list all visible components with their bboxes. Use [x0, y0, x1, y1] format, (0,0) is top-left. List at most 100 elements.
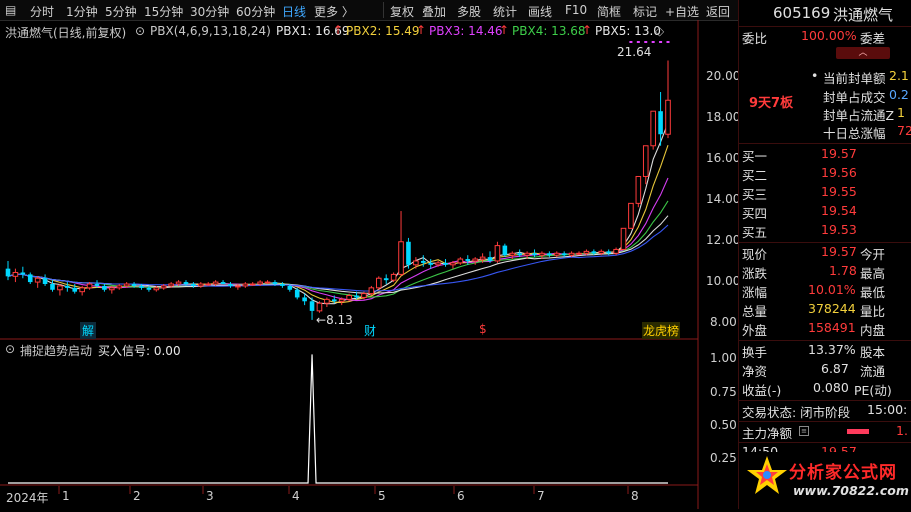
arrow-up-icon: ↑: [416, 23, 427, 37]
quote-panel: 605169 洪通燃气 委比 100.00% 委差 ︿ 9天7板 • 当前封单额…: [738, 0, 911, 509]
period-tab[interactable]: 1分钟: [66, 3, 98, 20]
candle-body: [479, 256, 486, 260]
diamond-icon[interactable]: ◇: [655, 24, 664, 38]
event-marker-dividend[interactable]: $: [479, 322, 487, 336]
panel-toggle-icon[interactable]: ▤: [5, 3, 16, 17]
candle-body: [242, 283, 249, 287]
period-tab[interactable]: 分时: [30, 3, 54, 20]
limit-row-bullet-icon: •: [811, 68, 819, 83]
back-button[interactable]: 返回: [706, 3, 730, 20]
candle-body: [553, 252, 560, 256]
limit-row: • 当前封单额 2.1: [739, 68, 911, 88]
limit-label: 封单占成交: [823, 90, 886, 105]
price-tick: 20.00: [706, 69, 741, 83]
candle-body: [12, 271, 19, 277]
candle-body: [368, 287, 375, 295]
weibi-label: 委比: [742, 31, 768, 46]
date-tick: 2024年: [6, 491, 49, 505]
bid-price: 19.57: [821, 146, 857, 161]
candle-body: [146, 287, 152, 290]
period-tab-daily[interactable]: 日线: [282, 3, 306, 20]
period-tab[interactable]: 60分钟: [236, 3, 275, 20]
chart-area[interactable]: 洪通燃气(日线,前复权) ⊙ PBX(4,6,9,13,18,24) PBX1:…: [0, 20, 741, 509]
simple-frame-button[interactable]: 简框: [597, 3, 621, 20]
candle-body: [34, 277, 41, 283]
sub-chart-title[interactable]: 捕捉趋势启动: [20, 342, 92, 359]
list-icon[interactable]: ≡: [799, 426, 809, 436]
candle-body: [20, 272, 26, 275]
ma-line-pbx6: [7, 224, 669, 292]
formula-collapse-icon[interactable]: ⊙: [135, 24, 145, 38]
candle-body: [361, 293, 367, 298]
candle-body: [346, 295, 352, 300]
arrow-left-icon: ←: [316, 313, 327, 327]
multi-stock-button[interactable]: 多股: [457, 3, 481, 20]
candle-body: [568, 252, 575, 256]
bid-label: 买三: [742, 187, 768, 202]
signal-tick: 0.75: [710, 385, 737, 399]
candle-body: [354, 295, 359, 298]
candle-body: [183, 282, 189, 284]
candle-body: [375, 277, 382, 289]
draw-line-button[interactable]: 画线: [528, 3, 552, 20]
candle-body: [606, 251, 611, 254]
bid-label: 买二: [742, 168, 768, 183]
candle-body: [338, 298, 345, 302]
period-tab[interactable]: 5分钟: [105, 3, 137, 20]
limit-up-dot: [651, 41, 655, 43]
indicator-formula[interactable]: PBX(4,6,9,13,18,24): [150, 24, 271, 38]
date-tick: 6: [457, 489, 465, 503]
quote-label: 总量: [742, 304, 768, 319]
candle-body: [102, 285, 107, 290]
bid-price: 19.54: [821, 203, 857, 218]
event-marker-unlock[interactable]: 解: [80, 322, 97, 339]
collapse-panel-icon[interactable]: ︿: [836, 47, 890, 59]
limit-up-dot: [666, 41, 670, 43]
candle-body: [472, 258, 478, 262]
sub-chart-collapse-icon[interactable]: ⊙: [5, 342, 15, 356]
price-tick: 18.00: [706, 110, 741, 124]
period-tab[interactable]: 15分钟: [144, 3, 183, 20]
candle-body: [42, 278, 48, 284]
candle-body: [272, 282, 278, 284]
more-periods-button[interactable]: 更多 〉: [314, 3, 354, 20]
f10-button[interactable]: F10: [565, 3, 587, 17]
candle-body: [302, 297, 307, 302]
quote-label: 最高: [860, 266, 886, 281]
candle-body: [175, 281, 182, 285]
event-marker-finance[interactable]: 财: [364, 322, 376, 339]
ma-line-pbx3: [7, 177, 669, 302]
overlay-button[interactable]: 叠加: [422, 3, 446, 20]
period-tab[interactable]: 30分钟: [190, 3, 229, 20]
candle-body: [502, 245, 508, 256]
candle-body: [517, 253, 522, 256]
adjust-button[interactable]: 复权: [390, 3, 414, 20]
date-tick: 1: [62, 489, 70, 503]
candle-body: [212, 281, 219, 285]
limit-value: 72: [897, 123, 911, 138]
quote-value: 158491: [808, 320, 856, 335]
candle-body: [635, 175, 642, 204]
candle-body: [324, 298, 330, 304]
candle-body: [398, 241, 404, 275]
stock-header: 605169 洪通燃气: [739, 4, 911, 28]
quote-row: 涨跌 1.78 最高: [739, 263, 911, 283]
price-tick: 12.00: [706, 233, 741, 247]
weibi-row: 委比 100.00% 委差: [739, 28, 911, 48]
stats-button[interactable]: 统计: [493, 3, 517, 20]
candle-body: [235, 285, 241, 288]
arrow-up-icon: ↑: [333, 23, 344, 37]
mark-button[interactable]: 标记: [633, 3, 657, 20]
limit-up-dot: [636, 41, 640, 43]
add-watchlist-button[interactable]: +自选: [665, 3, 699, 20]
top-toolbar: ▤ 分时 1分钟 5分钟 15分钟 30分钟 60分钟 日线 更多 〉 复权 叠…: [0, 0, 738, 21]
kline-chart[interactable]: [0, 20, 738, 509]
event-marker-dragon-tiger[interactable]: 龙虎榜: [642, 322, 681, 339]
price-tick: 8.00: [710, 315, 737, 329]
pbx4-value: PBX4: 13.68: [512, 24, 586, 38]
candle-body: [205, 283, 212, 286]
stat-row: 收益(-) 0.080 PE(动): [739, 380, 911, 400]
limit-up-dot: [629, 41, 633, 43]
candle-body: [72, 287, 78, 292]
stock-name: 洪通燃气: [833, 6, 894, 24]
